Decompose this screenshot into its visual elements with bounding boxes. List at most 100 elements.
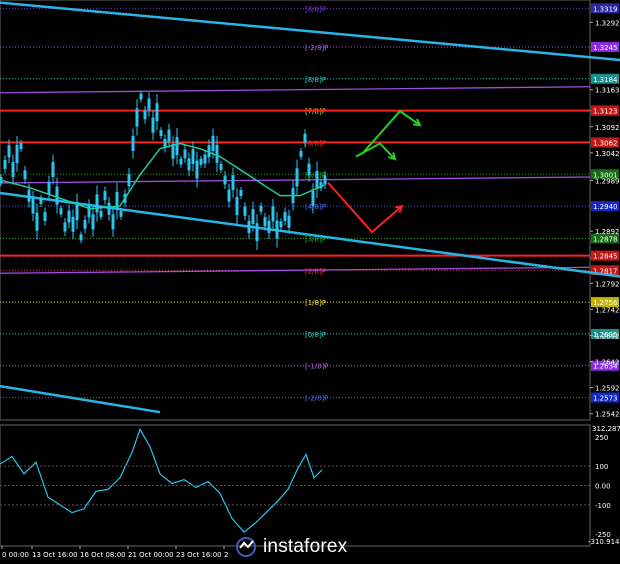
murray-level-label: [-2/8]P [305, 44, 328, 52]
candle-body [155, 103, 159, 122]
candle-body [111, 214, 115, 230]
candle-body [99, 210, 103, 217]
candle-body [23, 170, 27, 180]
price-axis-label: 1.3292 [595, 19, 620, 27]
candle-body [83, 219, 87, 229]
indicator-axis-label: -100 [595, 502, 611, 510]
candle-body [227, 189, 231, 202]
candle-body [223, 175, 227, 185]
candle-body [51, 162, 55, 178]
candle-body [71, 216, 75, 232]
indicator-axis-label: 0.00 [595, 483, 611, 491]
red-price-tag-text: 1.2845 [593, 253, 618, 261]
candle-body [315, 171, 319, 189]
candle-body [307, 163, 311, 176]
price-tag-text: 1.2940 [593, 203, 618, 211]
murray-level-label: [8/8]P [305, 76, 326, 84]
candle-body [15, 144, 19, 163]
candle-body [135, 108, 139, 127]
candle-body [107, 202, 111, 215]
candle-body [283, 212, 287, 222]
price-tag-text: 1.3319 [593, 5, 618, 13]
candle-body [95, 194, 99, 213]
candle-body [303, 133, 307, 143]
candle-body [59, 208, 63, 215]
candle-body [91, 214, 95, 230]
candle-body [103, 191, 107, 201]
chart: [8/8]P1.3319[-2/8]P1.3245[8/8]P1.3184[7/… [0, 0, 620, 564]
candle-body [19, 143, 23, 150]
candle-body [159, 130, 163, 137]
instaforex-logo-mark [236, 537, 256, 557]
murray-level-label: [-1/8]P [305, 363, 328, 371]
candle-body [183, 149, 187, 159]
candle-body [55, 186, 59, 205]
candle-body [43, 212, 47, 222]
indicator-axis-label: 250 [595, 434, 608, 442]
price-axis-label: 1.2642 [595, 359, 620, 367]
candle-body [27, 189, 31, 202]
indicator-max-label: 312.2872 [592, 425, 620, 433]
candle-body [131, 135, 135, 151]
price-axis-label: 1.2892 [595, 228, 620, 236]
logo-text: instaforex [263, 536, 348, 557]
candle-body [67, 210, 71, 223]
murray-level-label: [2/8]P [305, 267, 326, 275]
candle-body [191, 149, 195, 165]
candle-body [267, 220, 271, 233]
time-axis-label: 2 [224, 551, 228, 559]
time-axis-label: 21 Oct 00:00 [128, 551, 174, 559]
price-tag-text: 1.3245 [593, 44, 618, 52]
candle-body [3, 159, 7, 169]
candle-body [147, 98, 151, 111]
candle-body [167, 129, 171, 142]
candle-body [39, 197, 43, 204]
candle-body [279, 221, 283, 228]
candle-body [179, 158, 183, 165]
candle-body [127, 174, 131, 186]
candle-body [211, 135, 215, 151]
candle-body [47, 181, 51, 194]
price-tag-text: 1.3184 [593, 76, 618, 84]
candle-body [203, 154, 207, 164]
candle-body [119, 210, 123, 217]
candle-body [259, 205, 263, 212]
price-axis-label: 1.2989 [595, 178, 620, 186]
murray-level-label: [4/8]P [305, 203, 326, 211]
murray-level-label: [8/8]P [305, 5, 326, 13]
candle-body [295, 168, 299, 187]
candle-body [299, 150, 303, 157]
murray-level-label: [-2/8]P [305, 395, 328, 403]
candle-body [287, 215, 291, 228]
indicator-axis-label: 100 [595, 463, 608, 471]
candle-body [311, 190, 315, 206]
candle-body [275, 220, 279, 239]
candle-body [239, 190, 243, 197]
candle-body [35, 212, 39, 231]
candle-body [235, 197, 239, 216]
candle-body [247, 220, 251, 233]
candle-body [199, 158, 203, 165]
candle-body [143, 110, 147, 120]
candle-body [63, 222, 67, 232]
red-price-tag-text: 1.3062 [593, 139, 618, 147]
candle-body [31, 198, 35, 214]
price-tag-text: 1.2573 [593, 395, 618, 403]
time-axis-label: 23 Oct 16:00 [176, 551, 222, 559]
price-axis-label: 1.3163 [595, 87, 620, 95]
candle-body [151, 117, 155, 133]
candle-body [231, 175, 235, 191]
murray-level-label: [0/8]P [305, 331, 326, 339]
price-axis-label: 1.2792 [595, 280, 620, 288]
price-axis-label: 1.3092 [595, 124, 620, 132]
time-axis-label: 13 Oct 16:00 [32, 551, 78, 559]
candle-body [195, 160, 199, 179]
candle-body [175, 137, 179, 156]
candle-body [11, 162, 15, 178]
price-axis-label: 1.2692 [595, 332, 620, 340]
candle-body [251, 209, 255, 225]
price-axis-label: 1.2542 [595, 411, 620, 419]
candle-body [263, 217, 267, 227]
candle-body [323, 175, 327, 185]
candle-body [87, 205, 91, 218]
